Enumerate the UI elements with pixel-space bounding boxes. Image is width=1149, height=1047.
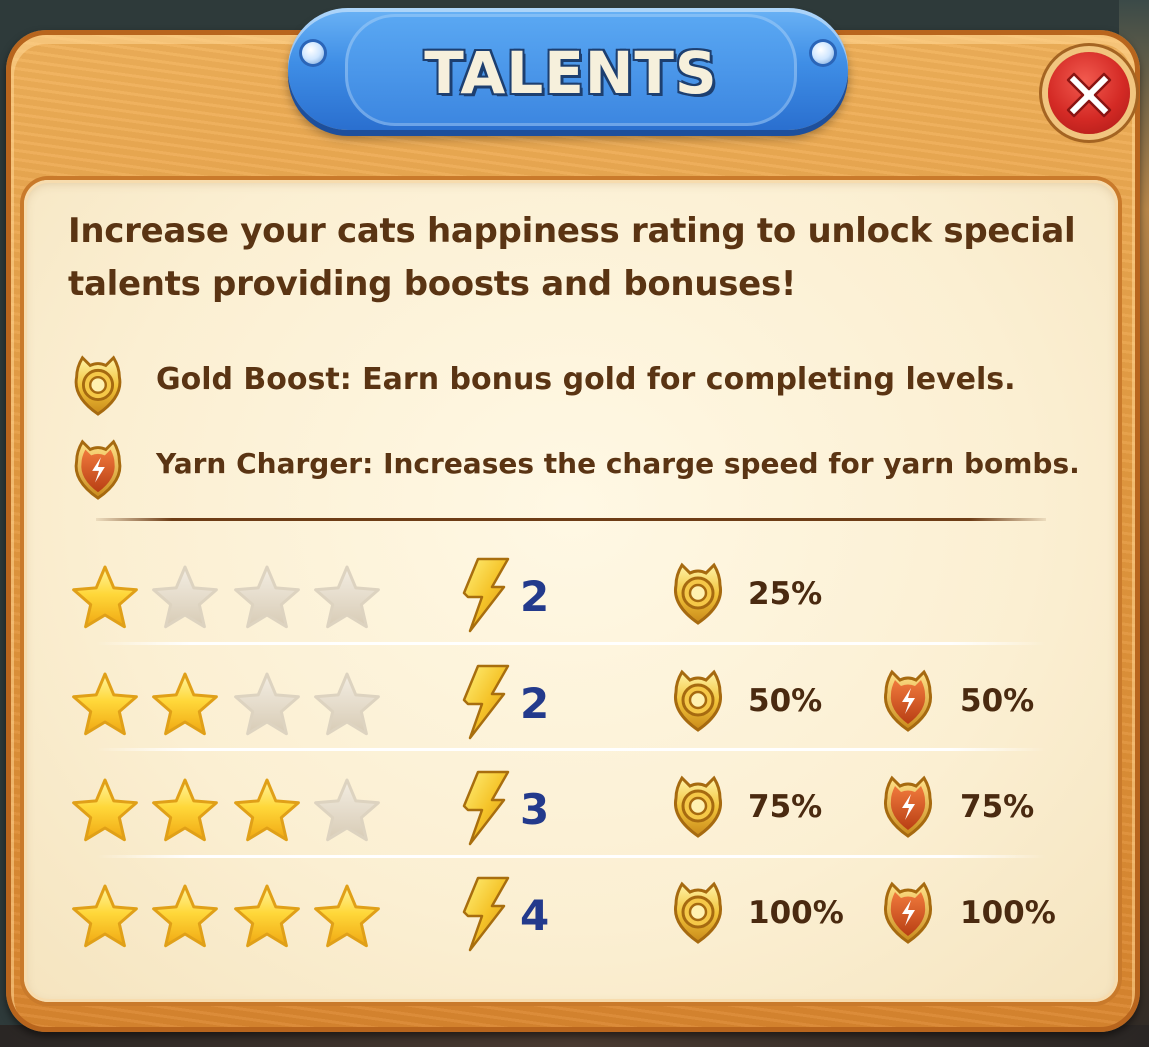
- tier-row: 3 75% 75%: [0, 768, 1149, 868]
- legend-yarn-charger: Yarn Charger: Increases the charge speed…: [68, 432, 1080, 500]
- star-filled-icon: [72, 672, 138, 736]
- charge-value: 2: [520, 572, 550, 621]
- row-separator: [96, 855, 1046, 858]
- star-filled-icon: [314, 884, 380, 948]
- star-filled-icon: [72, 565, 138, 629]
- star-filled-icon: [152, 778, 218, 842]
- yarn-charger-percent: 75%: [960, 789, 1035, 825]
- close-button[interactable]: [1048, 52, 1130, 134]
- charge-value: 3: [520, 785, 550, 834]
- charge-value: 4: [520, 891, 550, 940]
- star-empty-icon: [234, 565, 300, 629]
- star-filled-icon: [234, 778, 300, 842]
- tier-row: 2 50% 50%: [0, 662, 1149, 762]
- lightning-bolt-icon: [462, 664, 510, 740]
- yarn-charger-icon: [883, 775, 933, 838]
- yarn-charger-percent: 50%: [960, 683, 1035, 719]
- star-empty-icon: [314, 565, 380, 629]
- gold-boost-icon: [673, 881, 723, 944]
- charge-value: 2: [520, 679, 550, 728]
- rivet-right-icon: [812, 42, 834, 64]
- lightning-bolt-icon: [462, 557, 510, 633]
- row-separator: [96, 748, 1046, 751]
- tier-row: 4 100% 100%: [0, 874, 1149, 974]
- row-separator: [96, 642, 1046, 645]
- legend-yarn-charger-text: Yarn Charger: Increases the charge speed…: [156, 447, 1080, 480]
- star-filled-icon: [152, 884, 218, 948]
- gold-boost-icon: [74, 355, 122, 416]
- dialog-title: TALENTS: [424, 39, 718, 107]
- close-icon: [1066, 72, 1112, 118]
- intro-text: Increase your cats happiness rating to u…: [68, 211, 1076, 304]
- star-empty-icon: [314, 672, 380, 736]
- gold-boost-icon: [673, 775, 723, 838]
- lightning-bolt-icon: [462, 770, 510, 846]
- tier-row: 2 25%: [0, 555, 1149, 655]
- legend-gold-boost: Gold Boost: Earn bonus gold for completi…: [68, 348, 1068, 416]
- gold-boost-percent: 75%: [748, 789, 823, 825]
- star-empty-icon: [152, 565, 218, 629]
- star-filled-icon: [152, 672, 218, 736]
- yarn-charger-icon: [74, 439, 122, 500]
- gold-boost-icon: [673, 562, 723, 625]
- gold-boost-icon: [673, 669, 723, 732]
- yarn-charger-icon: [883, 669, 933, 732]
- star-empty-icon: [234, 672, 300, 736]
- star-filled-icon: [72, 884, 138, 948]
- legend-gold-boost-text: Gold Boost: Earn bonus gold for completi…: [156, 362, 1016, 397]
- yarn-charger-percent: 100%: [960, 895, 1056, 931]
- lightning-bolt-icon: [462, 876, 510, 952]
- rivet-left-icon: [302, 42, 324, 64]
- gold-boost-percent: 100%: [748, 895, 844, 931]
- gold-boost-percent: 50%: [748, 683, 823, 719]
- gold-boost-percent: 25%: [748, 576, 823, 612]
- star-filled-icon: [234, 884, 300, 948]
- star-filled-icon: [72, 778, 138, 842]
- star-empty-icon: [314, 778, 380, 842]
- yarn-charger-icon: [883, 881, 933, 944]
- section-divider: [96, 518, 1046, 521]
